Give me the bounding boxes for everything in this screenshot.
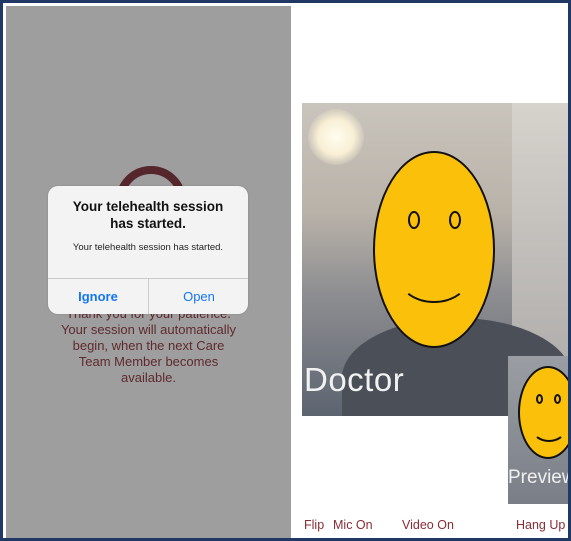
flip-camera-button[interactable]: Flip [304, 518, 324, 532]
smiley-mouth [399, 253, 469, 303]
smiley-eye [449, 211, 461, 229]
screen-divider [291, 6, 302, 538]
call-toolbar: Flip Mic On Video On Hang Up [302, 504, 568, 538]
mic-toggle-button[interactable]: Mic On [333, 518, 373, 532]
preview-label: Preview [508, 467, 571, 488]
hang-up-button[interactable]: Hang Up [516, 518, 565, 532]
smiley-face-icon [373, 151, 495, 348]
open-button[interactable]: Open [149, 279, 248, 314]
alert-message: Your telehealth session has started. [72, 242, 224, 253]
remote-participant-label: Doctor [304, 361, 405, 398]
video-toggle-button[interactable]: Video On [402, 518, 454, 532]
ignore-button[interactable]: Ignore [48, 279, 148, 314]
waiting-screen: Thank you for your patience. Your sessio… [6, 6, 291, 538]
video-call-screen: Doctor Preview Flip Mic On Video On Hang… [302, 6, 571, 538]
session-started-alert: Your telehealth session has started. You… [48, 186, 248, 314]
video-light [308, 109, 364, 165]
local-preview-video[interactable]: Preview [508, 356, 571, 504]
alert-title: Your telehealth session has started. [56, 198, 240, 232]
alert-title-line: has started. [110, 216, 186, 231]
screenshot-frame: Thank you for your patience. Your sessio… [0, 0, 571, 541]
alert-title-line: Your telehealth session [72, 199, 224, 214]
smiley-eye [554, 394, 561, 404]
smiley-eye [536, 394, 543, 404]
smiley-face-icon [518, 366, 568, 459]
smiley-mouth [532, 416, 566, 442]
smiley-eye [408, 211, 420, 229]
